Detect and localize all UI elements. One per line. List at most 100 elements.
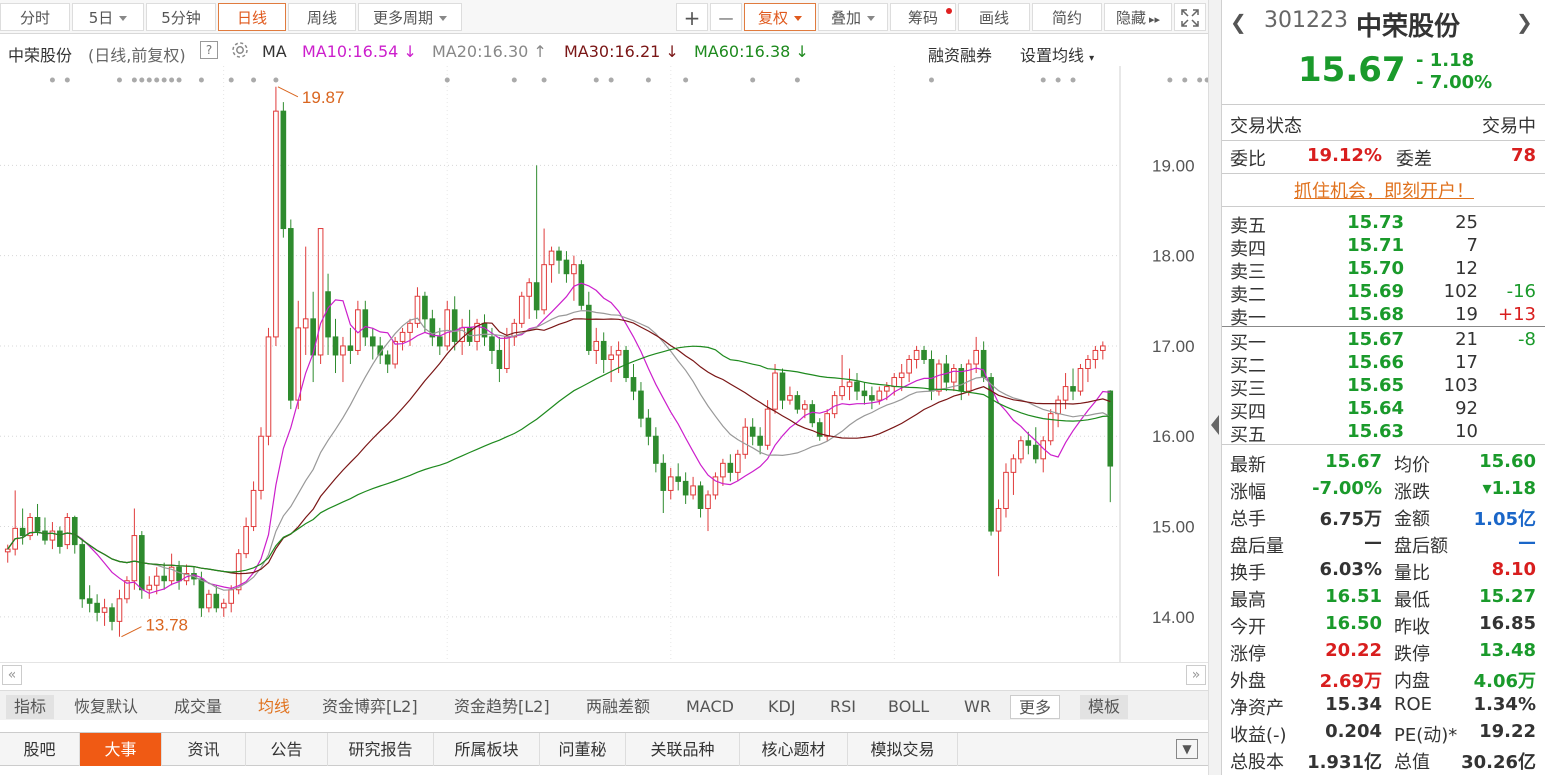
tab-guba[interactable]: 股吧 [0, 733, 80, 766]
hide-panel-button[interactable]: 隐藏 ▸▸ [1104, 3, 1172, 31]
candle-body [340, 345, 346, 356]
tab-announcements[interactable]: 公告 [246, 733, 328, 766]
scroll-left-icon[interactable]: « [2, 665, 22, 685]
margin-trading-button[interactable]: 融资融券 [928, 42, 992, 66]
tab-more-periods[interactable]: 更多周期 [358, 3, 462, 31]
scroll-right-icon[interactable]: » [1186, 665, 1206, 685]
indicator-fund-trend[interactable]: 资金趋势[L2] [454, 695, 550, 719]
candle-body [392, 340, 398, 365]
event-marker-icon [176, 77, 182, 83]
level-change: -8 [1518, 329, 1536, 350]
help-icon[interactable]: ? [200, 41, 218, 59]
zoom-out-button[interactable]: — [710, 3, 742, 31]
zoom-in-button[interactable]: + [676, 3, 708, 31]
y-tick-label: 19.00 [1152, 156, 1195, 175]
tab-5day[interactable]: 5日 [72, 3, 144, 31]
candle-body [42, 530, 48, 541]
buy-level-row[interactable]: 买四 15.64 92 [1222, 398, 1545, 423]
indicator-boll[interactable]: BOLL [888, 695, 929, 719]
stat-value: 1.34% [1473, 694, 1536, 715]
event-marker-icon [49, 77, 55, 83]
candle-down [451, 296, 458, 351]
prev-stock-icon[interactable]: ❮ [1230, 10, 1247, 34]
buy-level-row[interactable]: 买一 15.67 21 -8 [1222, 329, 1545, 354]
period-toolbar: 分时 5日 5分钟 日线 周线 更多周期 + — 复权 叠加 筹码 画线 简约 … [0, 0, 1208, 34]
indicator-kdj[interactable]: KDJ [768, 695, 796, 719]
download-icon[interactable]: ▼ [1176, 739, 1198, 759]
restore-default-button[interactable]: 恢复默认 [74, 695, 138, 719]
ma30-text: MA30:16.21 [564, 42, 661, 61]
kline-chart[interactable]: 19.00 18.00 17.00 16.00 15.00 14.00 19.87 13.7… [0, 66, 1208, 662]
sell-level-row[interactable]: 卖四 15.71 7 [1222, 235, 1545, 260]
open-account-ad[interactable]: 抓住机会，即刻开户！ [1222, 177, 1545, 203]
tab-sim-trade[interactable]: 模拟交易 [848, 733, 958, 766]
candle-up [340, 336, 346, 383]
indicator-wr[interactable]: WR [964, 695, 991, 719]
set-ma-dropdown[interactable]: 设置均线 ▾ [1020, 42, 1094, 66]
buy-level-row[interactable]: 买二 15.66 17 [1222, 352, 1545, 377]
candle-body [399, 331, 406, 342]
candle-up [27, 513, 33, 541]
stat-value: 30.26亿 [1461, 752, 1536, 773]
tab-events[interactable]: 大事 [80, 733, 162, 766]
indicator-macd[interactable]: MACD [686, 695, 734, 719]
candle-body [556, 250, 562, 261]
candle-down [757, 427, 763, 455]
candle-down [325, 273, 331, 355]
indicator-margin-diff[interactable]: 两融差额 [586, 695, 650, 719]
order-diff-label: 委差 [1396, 149, 1432, 170]
more-indicators-button[interactable]: 更多 [1010, 695, 1061, 719]
panel-divider[interactable] [1208, 0, 1221, 775]
template-button[interactable]: 模板 [1080, 695, 1129, 719]
stock-header: ❮ 301223 中荣股份 ❯ [1222, 6, 1545, 42]
collapse-arrow-icon[interactable] [1211, 415, 1219, 435]
tab-weekly[interactable]: 周线 [288, 3, 356, 31]
tab-news[interactable]: 资讯 [162, 733, 246, 766]
tab-5min[interactable]: 5分钟 [146, 3, 216, 31]
candle-down [675, 463, 682, 491]
settings-gear-icon[interactable] [230, 40, 250, 64]
indicator-menu-button[interactable]: 指标 [6, 695, 55, 719]
candle-up [1092, 345, 1099, 369]
chip-button[interactable]: 筹码 [890, 3, 956, 31]
buy-level-row[interactable]: 买五 15.63 10 [1222, 421, 1545, 446]
fullscreen-button[interactable] [1174, 3, 1206, 31]
candle-body [310, 318, 316, 356]
candle-body [220, 602, 227, 609]
indicator-volume[interactable]: 成交量 [174, 695, 222, 719]
stat-value: 15.27 [1479, 586, 1536, 607]
sell-level-row[interactable]: 卖三 15.70 12 [1222, 258, 1545, 283]
sell-level-row[interactable]: 卖二 15.69 102 -16 [1222, 281, 1545, 306]
tab-research[interactable]: 研究报告 [328, 733, 434, 766]
candle-body [682, 480, 689, 496]
tab-daily[interactable]: 日线 [218, 3, 286, 31]
candle-body [973, 349, 979, 365]
draw-line-button[interactable]: 画线 [958, 3, 1030, 31]
indicator-rsi[interactable]: RSI [830, 695, 856, 719]
buy-level-row[interactable]: 买三 15.65 103 [1222, 375, 1545, 400]
event-marker-icon [794, 77, 800, 83]
tab-related[interactable]: 关联品种 [626, 733, 740, 766]
next-stock-icon[interactable]: ❯ [1516, 10, 1533, 34]
expand-icon [1181, 9, 1199, 27]
tab-ask-secretary[interactable]: 问董秘 [540, 733, 626, 766]
simple-mode-button[interactable]: 简约 [1032, 3, 1102, 31]
overlay-dropdown[interactable]: 叠加 [818, 3, 888, 31]
stat-value: 16.50 [1325, 613, 1382, 634]
tab-intraday[interactable]: 分时 [0, 3, 70, 31]
sell-level-row[interactable]: 卖五 15.73 25 [1222, 212, 1545, 237]
candle-up [1077, 364, 1084, 396]
open-account-link[interactable]: 抓住机会，即刻开户！ [1294, 181, 1474, 202]
fuquan-dropdown[interactable]: 复权 [744, 3, 816, 31]
tab-sectors[interactable]: 所属板块 [434, 733, 540, 766]
chart-scrollbar[interactable]: « » [0, 662, 1208, 688]
event-marker-icon [1040, 77, 1046, 83]
candle-down [79, 540, 86, 608]
sell-level-row[interactable]: 卖一 15.68 19 +13 [1222, 304, 1545, 329]
candle-body [325, 291, 331, 338]
tab-core-themes[interactable]: 核心题材 [740, 733, 848, 766]
candle-up [742, 418, 749, 459]
indicator-ma[interactable]: 均线 [258, 695, 290, 719]
stat-row: 外盘 2.69万 内盘 4.06万 [1222, 667, 1545, 694]
indicator-fund-game[interactable]: 资金博弈[L2] [322, 695, 418, 719]
